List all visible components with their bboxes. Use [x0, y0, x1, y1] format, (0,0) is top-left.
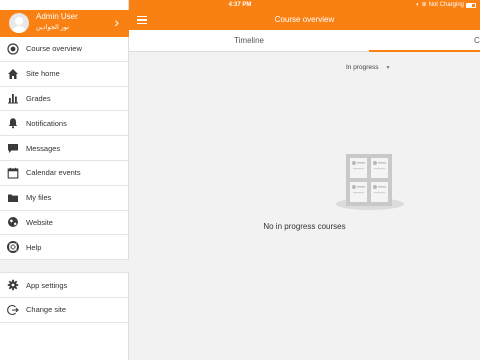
lifebuoy-icon — [0, 241, 26, 254]
page-title: Course overview — [274, 15, 335, 24]
sidebar-item-app-settings[interactable]: App settings — [0, 273, 129, 298]
sidebar-item-label: Website — [26, 217, 53, 227]
sidebar-item-change-site[interactable]: Change site — [0, 298, 129, 323]
sidebar-item-label: Site home — [26, 69, 60, 79]
avatar — [9, 13, 29, 33]
sidebar-item-site-home[interactable]: Site home — [0, 62, 129, 87]
sidebar-item-help[interactable]: Help — [0, 235, 129, 261]
tab-timeline[interactable]: Timeline — [129, 30, 369, 52]
top-bar: Course overview — [129, 10, 480, 30]
sidebar-item-label: Messages — [26, 143, 61, 153]
bell-icon — [0, 117, 26, 129]
sidebar-item-website[interactable]: Website — [0, 211, 129, 236]
sidebar-item-label: Notifications — [26, 118, 67, 128]
gear-icon — [0, 279, 26, 291]
sidebar-item-label: App settings — [26, 280, 68, 290]
bluetooth-icon: ⊛ — [421, 2, 427, 8]
empty-courses-illustration — [336, 154, 404, 210]
user-name: Admin User — [36, 12, 78, 21]
chevron-right-icon[interactable]: › — [114, 15, 119, 29]
sidebar-item-messages[interactable]: Messages — [0, 136, 129, 161]
course-overview-icon — [0, 43, 26, 55]
sidebar-item-label: Help — [26, 242, 42, 252]
calendar-icon — [0, 167, 26, 179]
progress-filter-select[interactable]: In progress ▼ — [346, 64, 390, 71]
caret-down-icon: ▼ — [385, 65, 391, 71]
tab-courses[interactable]: C — [369, 30, 480, 52]
battery-text: Not Charging — [428, 2, 464, 8]
sidebar-item-grades[interactable]: Grades — [0, 87, 129, 112]
sidebar-item-label: Change site — [26, 305, 67, 315]
sidebar-item-my-files[interactable]: My files — [0, 186, 129, 211]
exit-icon — [0, 304, 26, 316]
sidebar-item-calendar-events[interactable]: Calendar events — [0, 161, 129, 186]
sidebar-item-label: Course overview — [26, 44, 82, 54]
chat-icon — [0, 142, 26, 154]
sidebar-item-label: Grades — [26, 93, 51, 103]
menu-separator — [0, 260, 129, 274]
tab-bar: Timeline C — [129, 30, 480, 52]
sidebar-item-label: Calendar events — [26, 168, 81, 178]
active-tab-indicator — [369, 50, 480, 52]
sidebar-item-label: My files — [26, 193, 52, 203]
battery-icon — [466, 2, 476, 8]
sidebar: Admin User نور الجوادين › Course overvie… — [0, 0, 129, 360]
filter-selected-value: In progress — [346, 64, 379, 71]
user-subtitle: نور الجوادين — [36, 24, 69, 31]
globe-icon — [0, 216, 26, 228]
sidebar-menu: Course overview Site home Grades Notific… — [0, 37, 129, 323]
user-header[interactable]: Admin User نور الجوادين › — [0, 10, 129, 37]
sidebar-item-notifications[interactable]: Notifications — [0, 111, 129, 137]
home-icon — [0, 68, 26, 80]
status-right: ◐ ⊛ Not Charging — [416, 0, 476, 10]
sidebar-item-course-overview[interactable]: Course overview — [0, 37, 129, 62]
moon-icon: ◐ — [415, 2, 420, 8]
folder-icon — [0, 192, 26, 204]
grades-icon — [0, 92, 26, 104]
empty-state-message: No in progress courses — [263, 222, 346, 231]
